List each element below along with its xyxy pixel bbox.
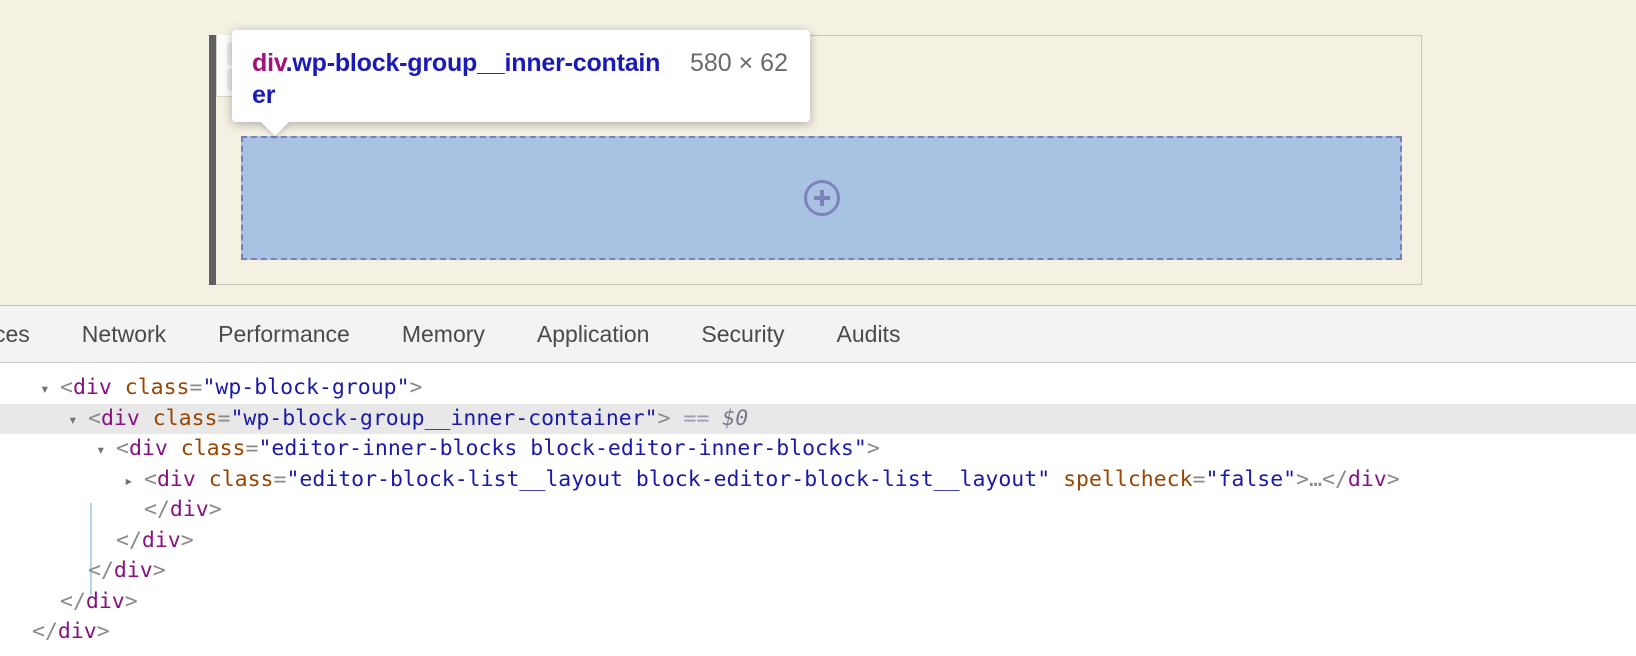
triangle-down-icon[interactable]: ▾ (96, 435, 116, 466)
devtools-tab-memory[interactable]: Memory (376, 306, 511, 363)
dom-tree-row[interactable]: ▾<div class="wp-block-group__inner-conta… (0, 404, 1636, 435)
dom-tree-row[interactable]: </div> (0, 526, 1636, 557)
triangle-down-icon[interactable]: ▾ (40, 374, 60, 405)
dom-tree-row[interactable]: </div> (0, 495, 1636, 526)
dom-tree-row[interactable]: ▾<div class="editor-inner-blocks block-e… (0, 434, 1636, 465)
tooltip-dimensions: 580 × 62 (690, 48, 788, 78)
tooltip-tag-name: div (252, 49, 286, 77)
element-inspect-tooltip: div.wp-block-group__inner-container 580 … (232, 30, 810, 122)
devtools-tab-application[interactable]: Application (511, 306, 676, 363)
dom-tree-row[interactable]: ▸<div class="editor-block-list__layout b… (0, 465, 1636, 496)
dom-tree-row[interactable]: ▾<div class="wp-block-group"> (0, 373, 1636, 404)
group-inner-container-highlight[interactable] (241, 136, 1402, 260)
dom-tree[interactable]: ▾<div class="wp-block-group">▾<div class… (0, 363, 1636, 648)
dom-tree-row[interactable]: </div> (0, 587, 1636, 618)
triangle-down-icon[interactable]: ▾ (68, 405, 88, 436)
dom-tree-row[interactable]: </div> (0, 617, 1636, 648)
tooltip-class-selector: .wp-block-group__inner-container (252, 49, 660, 109)
devtools-panel: cesNetworkPerformanceMemoryApplicationSe… (0, 305, 1636, 656)
selected-block-indicator-bar (209, 35, 216, 285)
devtools-tab-ces[interactable]: ces (0, 306, 56, 363)
devtools-tab-security[interactable]: Security (675, 306, 810, 363)
screenshot-root: div.wp-block-group__inner-container 580 … (0, 0, 1636, 656)
devtools-tab-audits[interactable]: Audits (811, 306, 927, 363)
tooltip-arrow (260, 121, 290, 136)
tooltip-selector: div.wp-block-group__inner-container (252, 48, 668, 111)
devtools-tab-network[interactable]: Network (56, 306, 192, 363)
dom-tree-row[interactable]: </div> (0, 556, 1636, 587)
triangle-right-icon[interactable]: ▸ (124, 466, 144, 497)
devtools-tabbar: cesNetworkPerformanceMemoryApplicationSe… (0, 306, 1636, 363)
wordpress-editor-canvas: div.wp-block-group__inner-container 580 … (0, 0, 1636, 305)
plus-circle-icon[interactable] (804, 180, 840, 216)
devtools-tab-performance[interactable]: Performance (192, 306, 376, 363)
